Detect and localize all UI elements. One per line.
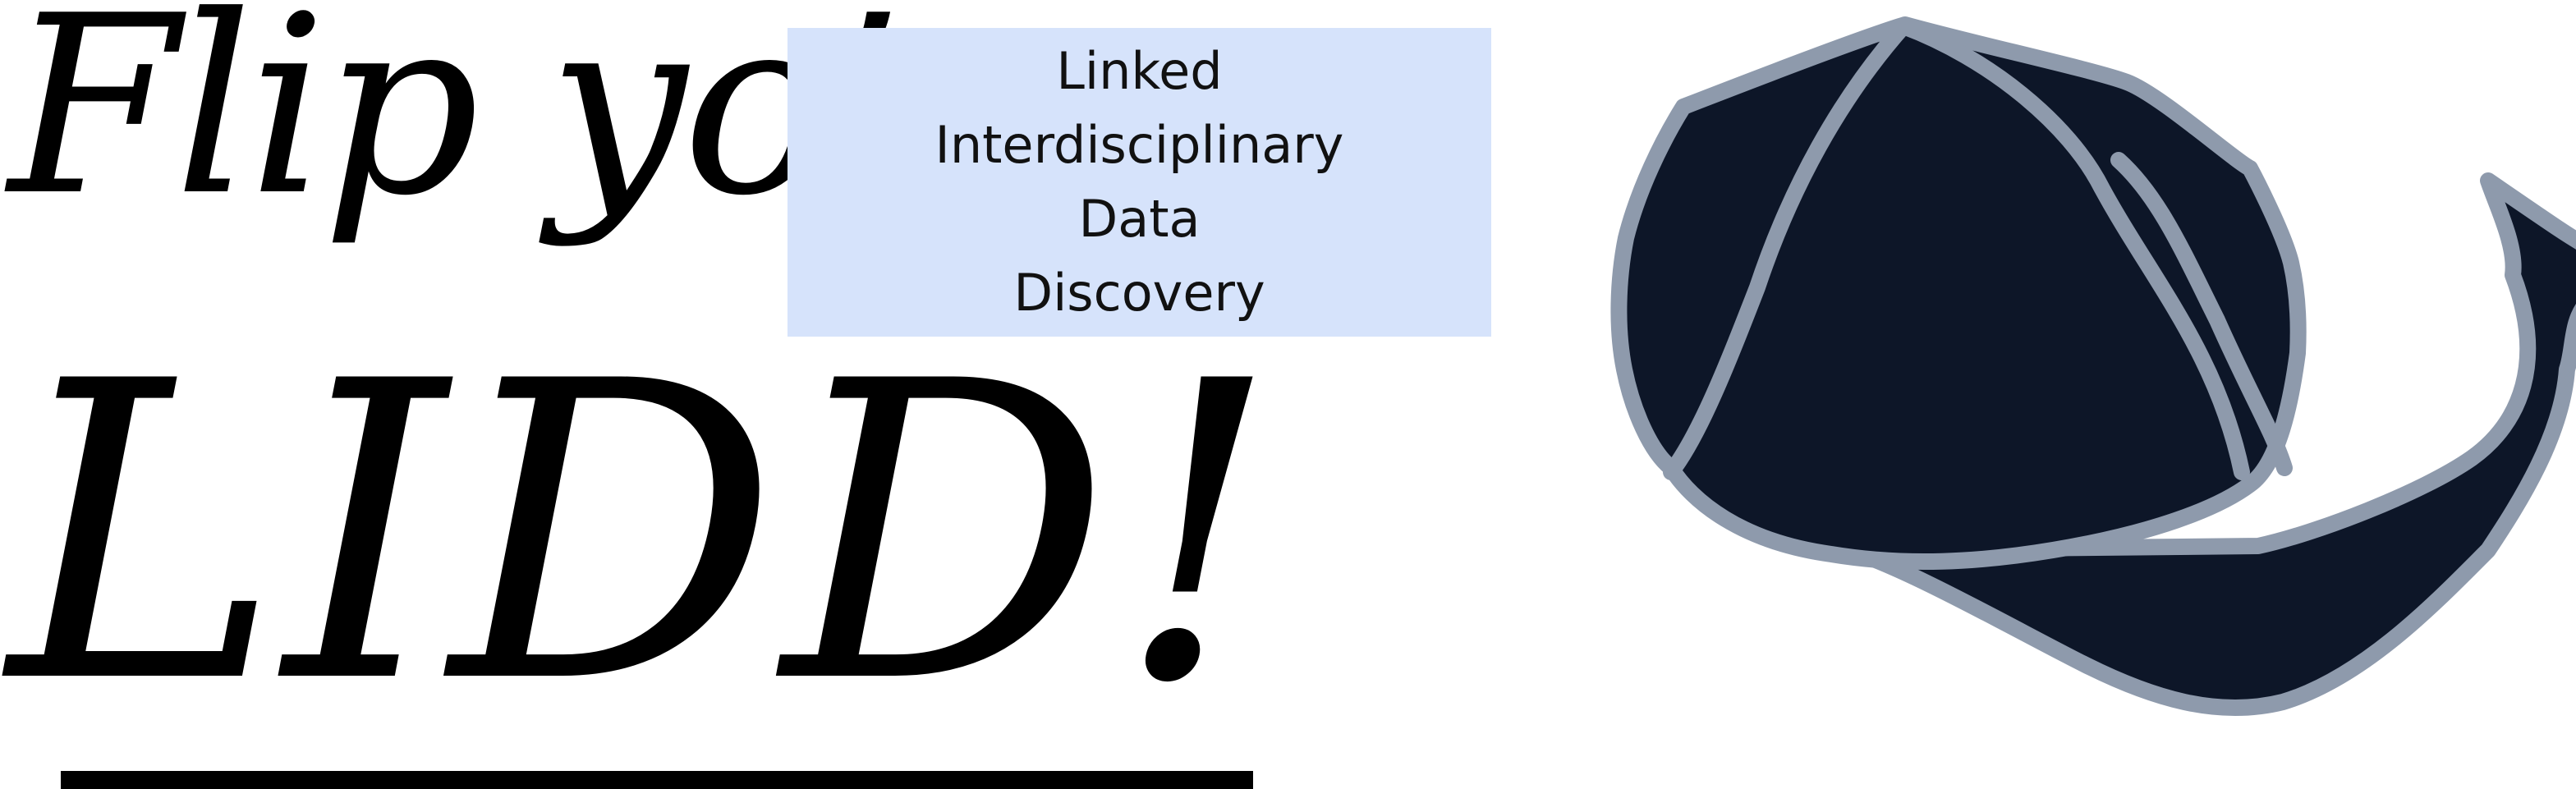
- headline-underline: [61, 771, 1253, 789]
- acronym-word-linked: Linked: [1056, 41, 1223, 101]
- headline-line-1: Flip yo’: [8, 0, 904, 250]
- acronym-word-discovery: Discovery: [1013, 263, 1265, 323]
- acronym-word-interdisciplinary: Interdisciplinary: [934, 115, 1344, 175]
- headline-line-2: LIDD!: [8, 295, 1283, 773]
- acronym-box: Linked Interdisciplinary Data Discovery: [787, 28, 1491, 337]
- baseball-cap-icon: [1610, 16, 2576, 717]
- acronym-word-data: Data: [1078, 189, 1201, 249]
